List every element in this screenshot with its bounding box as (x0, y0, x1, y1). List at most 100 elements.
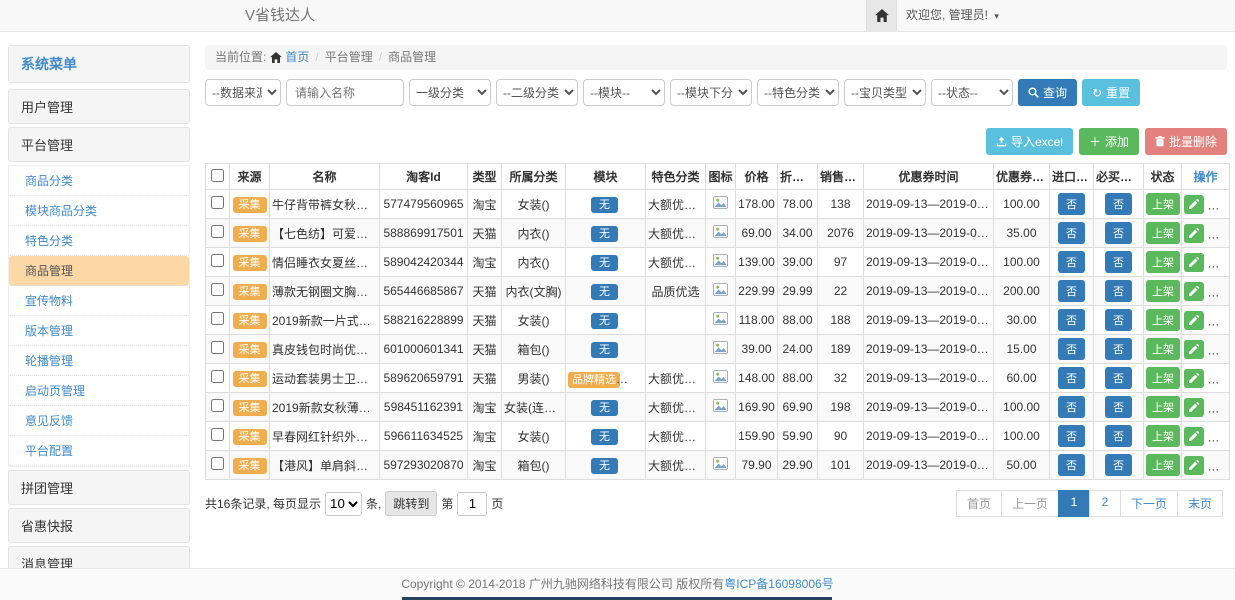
sidebar-submenu-item[interactable]: 模块商品分类 (9, 196, 189, 226)
delete-button[interactable] (1207, 311, 1227, 330)
page-link[interactable]: 首页 (956, 490, 1002, 517)
must-buy-toggle[interactable]: 否 (1105, 338, 1132, 360)
edit-button[interactable] (1184, 456, 1204, 475)
product-image-icon[interactable] (713, 341, 728, 354)
source-select[interactable]: --数据来源-- (205, 79, 281, 106)
import-select-toggle[interactable]: 否 (1058, 251, 1085, 273)
sidebar-submenu-item[interactable]: 意见反馈 (9, 406, 189, 436)
delete-button[interactable] (1207, 456, 1227, 475)
add-button[interactable]: ＋ 添加 (1079, 128, 1139, 155)
product-image-icon[interactable] (713, 399, 728, 412)
must-buy-toggle[interactable]: 否 (1105, 396, 1132, 418)
filter-select[interactable]: --模块-- (583, 79, 665, 106)
sidebar-submenu-item[interactable]: 商品管理 (9, 256, 189, 286)
row-checkbox[interactable] (211, 428, 224, 441)
sidebar-submenu-item[interactable]: 版本管理 (9, 316, 189, 346)
delete-button[interactable] (1207, 195, 1227, 214)
status-toggle[interactable]: 上架 (1146, 454, 1180, 476)
delete-button[interactable] (1207, 282, 1227, 301)
search-button[interactable]: 查询 (1018, 79, 1077, 106)
column-header[interactable]: 销售数量 (818, 164, 864, 190)
edit-button[interactable] (1184, 195, 1204, 214)
delete-button[interactable] (1207, 427, 1227, 446)
home-button[interactable] (866, 0, 897, 31)
sidebar-group-header[interactable]: 用户管理 (8, 89, 190, 124)
column-header[interactable]: 淘客Id (380, 164, 468, 190)
page-number-input[interactable] (457, 492, 487, 516)
delete-button[interactable] (1207, 224, 1227, 243)
delete-button[interactable] (1207, 340, 1227, 359)
icp-link[interactable]: 粤ICP备16098006号 (724, 577, 833, 591)
product-image-icon[interactable] (713, 370, 728, 383)
row-checkbox[interactable] (211, 457, 224, 470)
column-header[interactable]: 图标 (706, 164, 736, 190)
status-toggle[interactable]: 上架 (1146, 280, 1180, 302)
sidebar-submenu-item[interactable]: 轮播管理 (9, 346, 189, 376)
status-toggle[interactable]: 上架 (1146, 193, 1180, 215)
column-header[interactable]: 类型 (468, 164, 502, 190)
page-link[interactable]: 2 (1089, 490, 1121, 517)
import-select-toggle[interactable]: 否 (1058, 367, 1085, 389)
must-buy-toggle[interactable]: 否 (1105, 454, 1132, 476)
edit-button[interactable] (1184, 427, 1204, 446)
column-header[interactable]: 状态 (1144, 164, 1182, 190)
filter-select[interactable]: --二级分类-- (496, 79, 578, 106)
import-select-toggle[interactable]: 否 (1058, 396, 1085, 418)
sidebar-group-header[interactable]: 拼团管理 (8, 470, 190, 505)
edit-button[interactable] (1184, 398, 1204, 417)
must-buy-toggle[interactable]: 否 (1105, 222, 1132, 244)
sidebar-submenu-item[interactable]: 宣传物料 (9, 286, 189, 316)
edit-button[interactable] (1184, 282, 1204, 301)
page-link[interactable]: 末页 (1177, 490, 1223, 517)
column-header[interactable]: 优惠券金额 (994, 164, 1050, 190)
sidebar-group-header[interactable]: 平台管理 (8, 127, 190, 162)
edit-button[interactable] (1184, 369, 1204, 388)
import-select-toggle[interactable]: 否 (1058, 425, 1085, 447)
column-header[interactable]: 进口优选 (1050, 164, 1094, 190)
name-search-input[interactable] (286, 79, 404, 106)
sidebar-group-header[interactable]: 省惠快报 (8, 508, 190, 543)
must-buy-toggle[interactable]: 否 (1105, 193, 1132, 215)
product-image-icon[interactable] (713, 196, 728, 209)
must-buy-toggle[interactable]: 否 (1105, 309, 1132, 331)
row-checkbox[interactable] (211, 312, 224, 325)
sidebar-submenu-item[interactable]: 启动页管理 (9, 376, 189, 406)
filter-select[interactable]: --状态-- (931, 79, 1013, 106)
filter-select[interactable]: --模块下分类-- (670, 79, 752, 106)
delete-button[interactable] (1207, 398, 1227, 417)
page-link[interactable]: 下一页 (1120, 490, 1178, 517)
product-image-icon[interactable] (713, 457, 728, 470)
must-buy-toggle[interactable]: 否 (1105, 367, 1132, 389)
column-header[interactable]: 操作 (1182, 164, 1230, 190)
column-header[interactable]: 价格 (736, 164, 778, 190)
status-toggle[interactable]: 上架 (1146, 425, 1180, 447)
column-header[interactable]: 必买清单 (1094, 164, 1144, 190)
status-toggle[interactable]: 上架 (1146, 367, 1180, 389)
must-buy-toggle[interactable]: 否 (1105, 251, 1132, 273)
delete-button[interactable] (1207, 253, 1227, 272)
product-image-icon[interactable] (713, 225, 728, 238)
row-checkbox[interactable] (211, 254, 224, 267)
column-header[interactable]: 折后价 (778, 164, 818, 190)
filter-select[interactable]: --宝贝类型-- (844, 79, 926, 106)
status-toggle[interactable]: 上架 (1146, 338, 1180, 360)
row-checkbox[interactable] (211, 399, 224, 412)
status-toggle[interactable]: 上架 (1146, 309, 1180, 331)
edit-button[interactable] (1184, 311, 1204, 330)
import-select-toggle[interactable]: 否 (1058, 309, 1085, 331)
page-link[interactable]: 上一页 (1001, 490, 1059, 517)
user-menu[interactable]: 欢迎您, 管理员! ▾ (906, 0, 999, 32)
per-page-select[interactable]: 10 (325, 492, 362, 516)
import-select-toggle[interactable]: 否 (1058, 338, 1085, 360)
batch-delete-button[interactable]: 批量删除 (1145, 128, 1227, 155)
column-header[interactable]: 来源 (230, 164, 270, 190)
select-all-checkbox[interactable] (211, 169, 224, 182)
import-select-toggle[interactable]: 否 (1058, 222, 1085, 244)
status-toggle[interactable]: 上架 (1146, 251, 1180, 273)
column-header[interactable]: 名称 (270, 164, 380, 190)
edit-button[interactable] (1184, 253, 1204, 272)
column-header[interactable]: 所属分类 (502, 164, 566, 190)
delete-button[interactable] (1207, 369, 1227, 388)
status-toggle[interactable]: 上架 (1146, 222, 1180, 244)
column-header[interactable]: 优惠券时间 (864, 164, 994, 190)
